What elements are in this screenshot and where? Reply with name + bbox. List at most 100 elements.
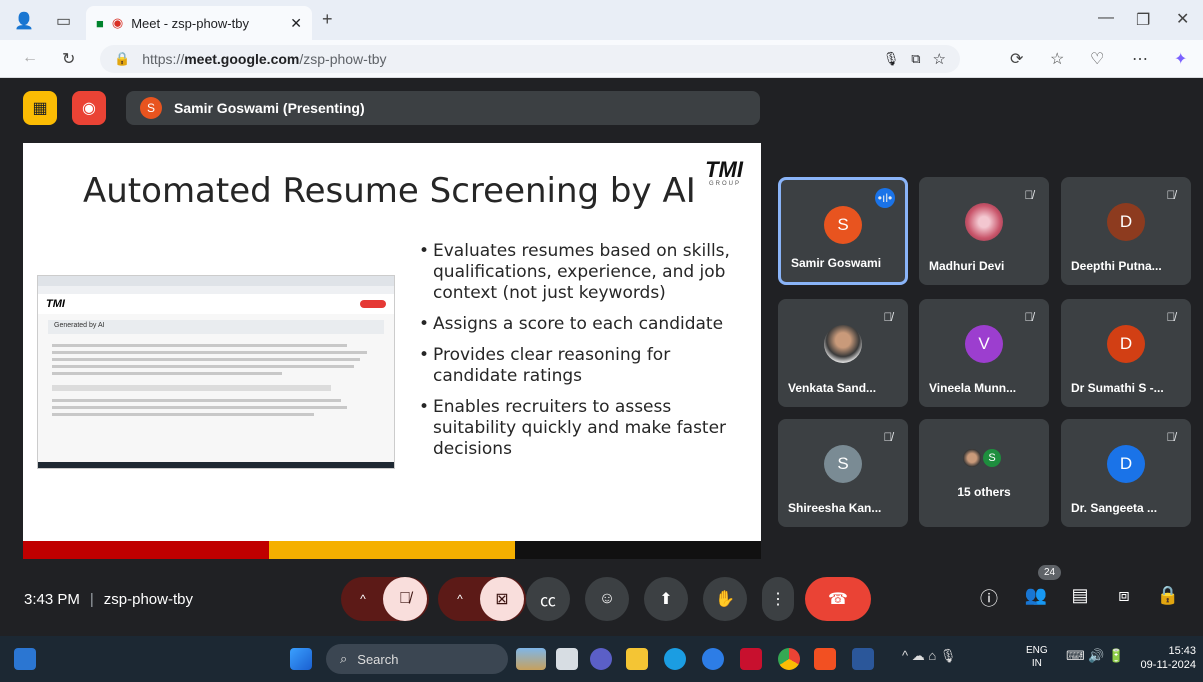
participant-avatar: S	[824, 445, 862, 483]
reload-icon[interactable]: ↻	[62, 49, 75, 69]
mini-generated-header: Generated by AI	[48, 320, 384, 334]
taskbar-search[interactable]: ⌕ Search	[326, 644, 508, 674]
presenting-banner: S Samir Goswami (Presenting)	[126, 91, 760, 125]
meet-favicon-icon: ■	[96, 15, 104, 31]
participant-avatar: D	[1107, 445, 1145, 483]
activities-icon[interactable]: ⧈	[1110, 585, 1138, 606]
present-screen-button[interactable]: ⬆	[644, 577, 688, 621]
stripe-yellow	[269, 541, 515, 559]
more-options-button[interactable]: ⋮	[762, 577, 794, 621]
participant-tile[interactable]: 🎙̸ D Dr Sumathi S -...	[1061, 299, 1191, 407]
weather-widget-icon[interactable]	[516, 648, 546, 670]
slide-title: Automated Resume Screening by AI	[83, 171, 696, 211]
participant-tile[interactable]: •ıl• S Samir Goswami	[778, 177, 908, 285]
search-icon: ⌕	[340, 651, 348, 666]
meeting-details-icon[interactable]: ⓘ	[975, 585, 1003, 611]
more-menu-icon[interactable]: ⋯	[1132, 49, 1148, 69]
bullet-item: Provides clear reasoning for candidate r…	[419, 345, 739, 387]
profile-icon[interactable]: 👤	[14, 11, 34, 31]
tmi-logo: TMI	[705, 157, 743, 182]
slide-bullets: Evaluates resumes based on skills, quali…	[419, 241, 739, 470]
mic-off-icon: 🎙̸	[1024, 188, 1034, 202]
browser-essentials-icon[interactable]: ♡	[1090, 49, 1104, 69]
host-controls-icon[interactable]: 🔒	[1154, 585, 1182, 606]
task-view-icon[interactable]	[556, 648, 578, 670]
extensions-icon[interactable]: ⟳	[1010, 49, 1023, 69]
reader-icon[interactable]: ⧉	[911, 51, 920, 67]
mic-toggle-button[interactable]: 🎙̸	[383, 577, 427, 621]
new-tab-icon[interactable]: +	[322, 9, 333, 30]
meeting-code: zsp-phow-tby	[103, 591, 193, 608]
mini-content	[52, 344, 380, 416]
leave-call-button[interactable]: ☎	[805, 577, 871, 621]
word-icon[interactable]	[852, 648, 874, 670]
system-tray-icons[interactable]: ⌨ 🔊 🔋	[1066, 648, 1124, 664]
mini-taskbar	[38, 462, 394, 468]
mini-address-bar	[38, 286, 394, 294]
restore-icon[interactable]: ❐	[1136, 10, 1150, 30]
mic-off-icon: 🎙̸	[883, 430, 893, 444]
mic-permission-icon[interactable]: 🎙	[883, 51, 900, 67]
search-placeholder: Search	[357, 651, 399, 667]
bullet-item: Assigns a score to each candidate	[419, 314, 739, 335]
participant-avatar: V	[965, 325, 1003, 363]
raise-hand-button[interactable]: ✋	[703, 577, 747, 621]
copilot-icon[interactable]: ✦	[1174, 49, 1187, 69]
mic-off-icon: 🎙̸	[1166, 188, 1176, 202]
people-count-badge: 24	[1038, 565, 1062, 580]
teams-icon[interactable]	[590, 648, 612, 670]
site-info-icon[interactable]: 🔒	[114, 51, 130, 67]
audio-options-chevron-icon[interactable]: ^	[343, 592, 383, 606]
chat-icon[interactable]: ▤	[1066, 585, 1094, 606]
taskbar-clock[interactable]: 15:43 09-11-2024	[1136, 644, 1196, 672]
widgets-icon[interactable]	[14, 648, 36, 670]
address-bar-row: ← ↻ 🔒 https://meet.google.com/zsp-phow-t…	[0, 40, 1203, 78]
tab-meet[interactable]: ■ ◉ Meet - zsp-phow-tby ✕	[86, 6, 312, 40]
captions-button[interactable]: ㏄	[526, 577, 570, 621]
edge-icon[interactable]	[664, 648, 686, 670]
shared-slide: Automated Resume Screening by AI TMI GRO…	[23, 143, 761, 559]
favorite-star-icon[interactable]: ☆	[933, 50, 946, 68]
mini-browser-bar	[38, 276, 394, 286]
emoji-reactions-button[interactable]: ☺	[585, 577, 629, 621]
participant-name: Deepthi Putna...	[1071, 259, 1162, 273]
chrome-icon[interactable]	[778, 648, 800, 670]
close-tab-icon[interactable]: ✕	[290, 15, 302, 32]
app-icon[interactable]	[702, 648, 724, 670]
others-photo	[961, 447, 983, 469]
url-field[interactable]: 🔒 https://meet.google.com/zsp-phow-tby 🎙…	[100, 45, 960, 73]
tab-actions-icon[interactable]: ▭	[56, 11, 71, 31]
recording-icon[interactable]: ◉	[72, 91, 106, 125]
minimize-icon[interactable]: —	[1098, 9, 1114, 27]
participant-name: Madhuri Devi	[929, 259, 1005, 273]
security-app-icon[interactable]	[740, 648, 762, 670]
participant-photo	[965, 203, 1003, 241]
presentation-icon[interactable]: ▦	[23, 91, 57, 125]
store-icon[interactable]	[814, 648, 836, 670]
video-options-chevron-icon[interactable]: ^	[440, 592, 480, 606]
file-explorer-icon[interactable]	[626, 648, 648, 670]
stripe-red	[23, 541, 269, 559]
others-tile[interactable]: S 15 others	[919, 419, 1049, 527]
tray-overflow-icon[interactable]: ^ ☁ ⌂ 🎙	[902, 648, 956, 664]
favorites-icon[interactable]: ☆	[1050, 49, 1064, 69]
camera-toggle-button[interactable]: ⊠	[480, 577, 524, 621]
back-icon[interactable]: ←	[22, 49, 38, 67]
participant-tile[interactable]: 🎙̸ V Vineela Munn...	[919, 299, 1049, 407]
participant-avatar: D	[1107, 203, 1145, 241]
start-icon[interactable]	[290, 648, 312, 670]
audio-controls: ^ 🎙̸	[341, 577, 429, 621]
participant-avatar: D	[1107, 325, 1145, 363]
participant-name: Venkata Sand...	[788, 381, 877, 395]
bullet-item: Enables recruiters to assess suitability…	[419, 397, 739, 460]
language-indicator[interactable]: ENG IN	[1026, 644, 1048, 670]
participant-tile[interactable]: 🎙̸ S Shireesha Kan...	[778, 419, 908, 527]
participant-tile[interactable]: 🎙̸ D Dr. Sangeeta ...	[1061, 419, 1191, 527]
participant-tile[interactable]: 🎙̸ D Deepthi Putna...	[1061, 177, 1191, 285]
people-icon[interactable]: 👥	[1022, 585, 1050, 606]
participant-tile[interactable]: 🎙̸ Madhuri Devi	[919, 177, 1049, 285]
mic-off-icon: 🎙̸	[1166, 310, 1176, 324]
participant-tile[interactable]: 🎙̸ Venkata Sand...	[778, 299, 908, 407]
participant-photo	[824, 325, 862, 363]
close-window-icon[interactable]: ✕	[1176, 9, 1189, 29]
